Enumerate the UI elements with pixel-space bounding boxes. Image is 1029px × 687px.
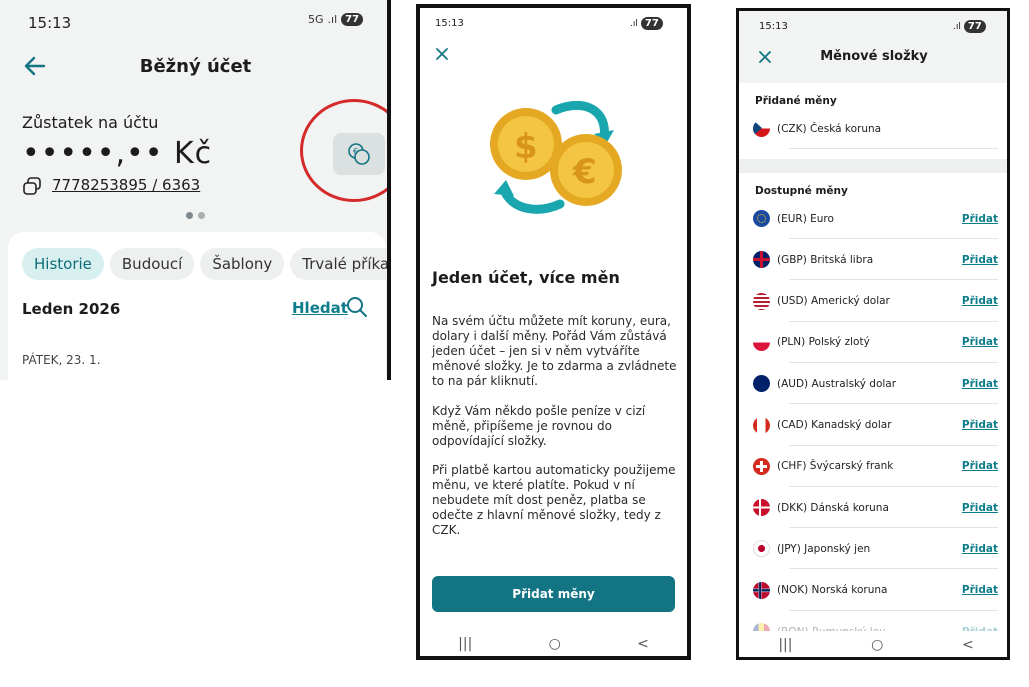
currency-row-us: (USD) Americký dolar Přidat: [753, 281, 998, 322]
flag-jp-icon: [753, 540, 770, 558]
intro-heading: Jeden účet, více měn: [432, 268, 620, 287]
currency-name: (NOK) Norská koruna: [777, 584, 888, 597]
status-icons: 5G .ıl 77: [308, 13, 364, 26]
flag-dk-icon: [753, 499, 770, 517]
history-tabs: Historie Budoucí Šablony Trvalé příkaz: [22, 248, 387, 280]
currency-folders-screen: 15:13 .ıl 77 Měnové složky Přidané měny (…: [736, 8, 1010, 660]
flag-no-icon: [753, 581, 770, 599]
status-time: 15:13: [759, 21, 788, 32]
currency-name: (PLN) Polský zlotý: [777, 336, 870, 349]
currency-name: (CAD) Kanadský dolar: [777, 419, 892, 431]
home-icon[interactable]: ○: [549, 636, 561, 652]
add-currency-link[interactable]: Přidat: [962, 460, 998, 472]
status-icons: .ıl 77: [630, 17, 663, 30]
search-icon[interactable]: [346, 296, 368, 318]
currency-name: (USD) Americký dolar: [777, 295, 890, 308]
currency-name: (CHF) Švýcarský frank: [777, 460, 894, 473]
currency-row-au: (AUD) Australský dolar Přidat: [753, 363, 998, 405]
add-currency-link[interactable]: Přidat: [962, 378, 998, 390]
balance-label: Zůstatek na účtu: [22, 113, 159, 132]
available-currencies-title: Dostupné měny: [755, 185, 848, 197]
currency-name: (DKK) Dánská koruna: [777, 501, 889, 514]
recent-apps-icon[interactable]: |||: [778, 637, 792, 653]
coins-exchange-illustration: € $: [490, 100, 622, 214]
add-currency-link[interactable]: Přidat: [962, 543, 998, 555]
day-header: PÁTEK, 23. 1.: [22, 353, 101, 367]
add-currency-link[interactable]: Přidat: [962, 336, 998, 348]
add-currency-link[interactable]: Přidat: [962, 213, 998, 225]
svg-text:$: $: [514, 127, 538, 167]
flag-us-icon: [753, 292, 770, 310]
account-screen: 15:13 5G .ıl 77 Běžný účet Zůstatek na účt…: [0, 0, 391, 380]
currency-name: (CZK) Česká koruna: [777, 122, 882, 135]
home-icon[interactable]: ○: [871, 637, 883, 653]
currency-row-eu: (EUR) Euro Přidat: [753, 198, 998, 239]
add-currency-link[interactable]: Přidat: [962, 584, 998, 596]
copy-icon[interactable]: [22, 176, 42, 196]
status-time: 15:13: [28, 14, 72, 32]
status-time: 15:13: [435, 18, 464, 29]
currency-row-no: (NOK) Norská koruna Přidat: [753, 570, 998, 611]
currency-name: (GBP) Britská libra: [777, 253, 874, 266]
currency-name: (JPY) Japonský jen: [777, 542, 871, 555]
page-title: Běžný účet: [139, 56, 252, 77]
currency-row-dk: (DKK) Dánská koruna Přidat: [753, 487, 998, 529]
page-title: Měnové složky: [820, 49, 928, 64]
currency-name: (AUD) Australský dolar: [777, 377, 897, 390]
svg-text:€: €: [572, 152, 597, 192]
currency-row-gb: (GBP) Britská libra Přidat: [753, 239, 998, 281]
add-currency-link[interactable]: Přidat: [962, 502, 998, 514]
currency-row-ch: (CHF) Švýcarský frank Přidat: [753, 446, 998, 487]
android-nav-bar: ||| ○ <: [739, 631, 1007, 657]
back-icon[interactable]: <: [962, 637, 974, 653]
intro-paragraph-3: Při platbě kartou automaticky použijeme …: [432, 463, 676, 537]
currency-row-ca: (CAD) Kanadský dolar Přidat: [753, 405, 998, 446]
battery-icon: 77: [341, 13, 364, 26]
flag-cz-icon: [753, 120, 770, 137]
tab-trvale-prikazy[interactable]: Trvalé příkaz: [290, 248, 387, 280]
flag-ch-icon: [753, 457, 770, 475]
currency-name: (EUR) Euro: [777, 212, 834, 225]
recent-apps-icon[interactable]: |||: [458, 636, 472, 652]
add-currencies-button[interactable]: Přidat měny: [432, 576, 675, 612]
flag-pl-icon: [753, 333, 770, 351]
add-currency-link[interactable]: Přidat: [962, 254, 998, 266]
flag-au-icon: [753, 375, 770, 393]
account-number[interactable]: 7778253895 / 6363: [52, 176, 200, 194]
pager-dots: [186, 212, 205, 219]
added-currencies-title: Přidané měny: [755, 95, 837, 107]
balance-value: •••••,•• Kč: [22, 136, 213, 171]
currency-row-pl: (PLN) Polský zlotý Přidat: [753, 322, 998, 363]
section-divider: [739, 159, 1007, 173]
flag-ca-icon: [753, 416, 770, 434]
multi-currency-intro-screen: 15:13 .ıl 77 € $ Jeden účet, více měn Na …: [416, 4, 691, 660]
tab-budouci[interactable]: Budoucí: [109, 248, 195, 280]
currency-row-jp: (JPY) Japonský jen Přidat: [753, 528, 998, 570]
intro-paragraph-2: Když Vám někdo pošle peníze v cizí měně,…: [432, 404, 646, 448]
highlight-circle: [300, 99, 387, 202]
added-currency-row: (CZK) Česká koruna: [753, 108, 998, 149]
add-currency-link[interactable]: Přidat: [962, 419, 998, 431]
battery-icon: 77: [963, 20, 986, 33]
close-icon[interactable]: [434, 46, 450, 62]
intro-paragraph-1: Na svém účtu můžete mít koruny, eura, do…: [432, 314, 677, 388]
back-icon[interactable]: <: [637, 636, 649, 652]
search-link[interactable]: Hledat: [292, 299, 348, 317]
flag-eu-icon: [753, 210, 770, 227]
tab-historie[interactable]: Historie: [22, 248, 104, 280]
tab-sablony[interactable]: Šablony: [200, 248, 285, 280]
android-nav-bar: ||| ○ <: [420, 628, 687, 656]
battery-icon: 77: [640, 17, 663, 30]
status-icons: .ıl 77: [953, 20, 986, 33]
month-heading: Leden 2026: [22, 300, 121, 318]
add-currency-link[interactable]: Přidat: [962, 295, 998, 307]
flag-gb-icon: [753, 251, 770, 269]
